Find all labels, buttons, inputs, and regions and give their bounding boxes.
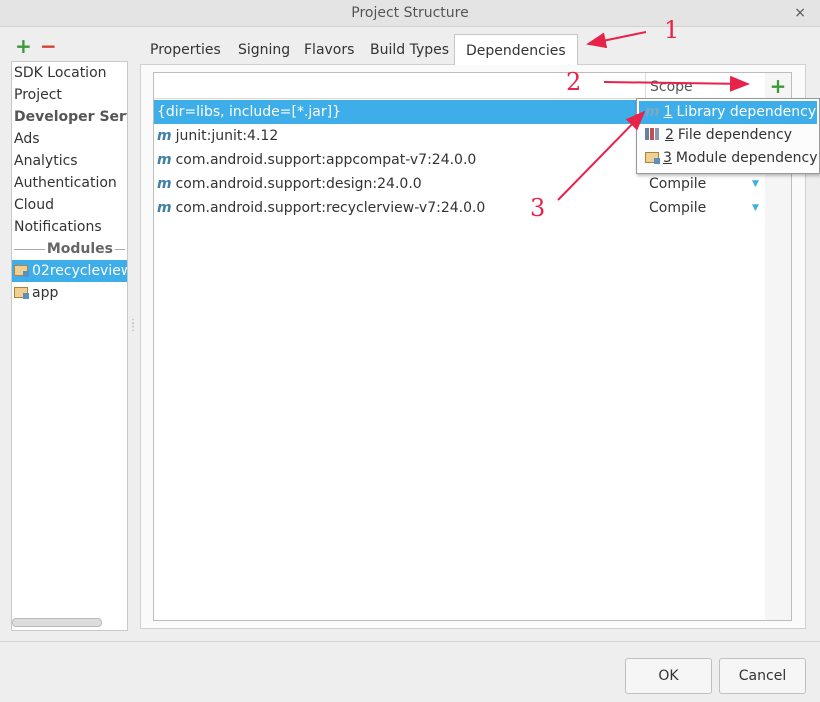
menu-item-file-dependency[interactable]: 2 File dependency: [639, 124, 817, 147]
menu-item-label: Library dependency: [676, 104, 817, 120]
scope-header[interactable]: Scope: [645, 73, 765, 99]
cancel-button[interactable]: Cancel: [719, 658, 806, 694]
maven-m-icon: m: [157, 152, 172, 168]
tab-flavors[interactable]: Flavors: [298, 34, 360, 65]
module-item[interactable]: 02recycleview: [12, 260, 127, 282]
dropdown-arrow-icon[interactable]: ▼: [752, 172, 759, 196]
dropdown-arrow-icon[interactable]: ▼: [752, 196, 759, 220]
scope-select[interactable]: Compile: [649, 172, 706, 196]
dependency-name: {dir=libs, include=[*.jar]}: [157, 104, 341, 120]
add-dependency-menu: m 1 Library dependency 2 File dependency 3M…: [636, 98, 820, 174]
footer-divider: [0, 641, 820, 642]
sidebar: SDK Location Project Developer Services …: [11, 61, 128, 631]
module-label: 02recycleview: [32, 263, 128, 279]
window-title: Project Structure: [351, 5, 469, 21]
annotation-number-1: 1: [664, 16, 680, 44]
sidebar-heading-developer-services: Developer Services: [14, 109, 127, 125]
sidebar-item-project[interactable]: Project: [12, 84, 127, 106]
menu-item-module-dependency[interactable]: 3 Module dependency: [639, 147, 818, 170]
tab-dependencies[interactable]: Dependencies: [454, 34, 578, 65]
close-icon[interactable]: ×: [794, 0, 806, 26]
module-folder-icon: [645, 152, 660, 164]
arrow-1: [586, 31, 647, 49]
tab-signing[interactable]: Signing: [232, 34, 296, 65]
modules-label: Modules: [44, 238, 115, 260]
sidebar-scrollbar[interactable]: [12, 618, 102, 627]
tab-properties[interactable]: Properties: [144, 34, 227, 65]
sidebar-item-cloud[interactable]: Cloud: [12, 194, 127, 216]
title-bar: Project Structure: [0, 0, 820, 27]
maven-m-icon: m: [157, 128, 172, 144]
module-folder-icon: [14, 265, 29, 277]
dependency-name: com.android.support:appcompat-v7:24.0.0: [175, 152, 477, 168]
splitter-handle[interactable]: ⋮ ⋮: [128, 319, 138, 333]
modules-separator: Modules: [12, 238, 127, 260]
module-item[interactable]: app: [12, 282, 127, 304]
menu-item-label: File dependency: [677, 127, 793, 143]
sidebar-item-sdk-location[interactable]: SDK Location: [12, 62, 127, 84]
table-row[interactable]: m com.android.support:recyclerview-v7:24.…: [154, 196, 765, 220]
scope-select[interactable]: Compile: [649, 196, 706, 220]
menu-item-label: Module dependency: [675, 150, 818, 166]
table-header: Scope: [154, 73, 765, 99]
remove-module-button[interactable]: −: [40, 36, 57, 56]
library-icon: m: [645, 104, 660, 120]
sidebar-item-authentication[interactable]: Authentication: [12, 172, 127, 194]
dependency-name: junit:junit:4.12: [175, 128, 279, 144]
add-dependency-button[interactable]: +: [765, 73, 791, 99]
sidebar-item-ads[interactable]: Ads: [12, 128, 127, 150]
maven-m-icon: m: [157, 176, 172, 192]
table-row[interactable]: m com.android.support:design:24.0.0 Compil…: [154, 172, 765, 196]
module-folder-icon: [14, 287, 29, 299]
dependency-name: com.android.support:design:24.0.0: [175, 176, 422, 192]
ok-button[interactable]: OK: [625, 658, 712, 694]
add-module-button[interactable]: +: [15, 36, 32, 56]
maven-m-icon: m: [157, 200, 172, 216]
module-label: app: [32, 285, 59, 301]
menu-item-library-dependency[interactable]: m 1 Library dependency: [639, 101, 817, 124]
file-bars-icon: [645, 128, 659, 140]
dependency-name: com.android.support:recyclerview-v7:24.0…: [175, 200, 486, 216]
annotation-number-2: 2: [566, 68, 582, 96]
tab-build-types[interactable]: Build Types: [364, 34, 455, 65]
sidebar-item-analytics[interactable]: Analytics: [12, 150, 127, 172]
sidebar-item-notifications[interactable]: Notifications: [12, 216, 127, 238]
annotation-number-3: 3: [530, 194, 546, 222]
